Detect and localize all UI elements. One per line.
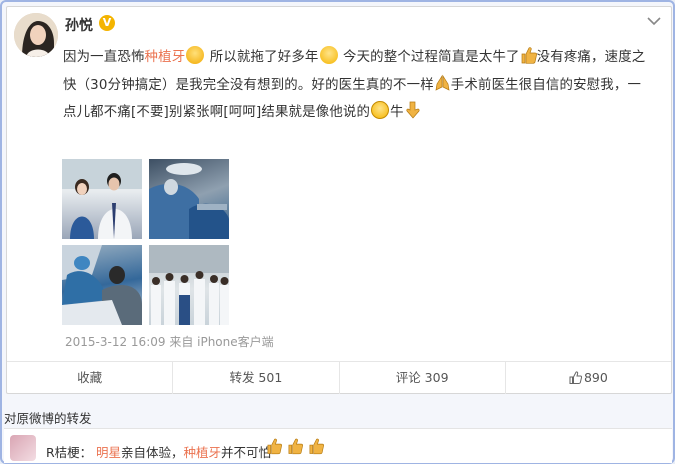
hashtag-link[interactable]: 种植牙 (145, 50, 186, 65)
laughing-emoji-icon (371, 101, 390, 119)
chevron-down-icon[interactable] (645, 13, 663, 29)
like-button[interactable]: 890 (504, 362, 671, 394)
post-text: 因为一直恐怖种植牙 所以就拖了好多年 今天的整个过程简直是太牛了 没有疼痛，速度之… (63, 44, 665, 127)
post-text-segment: 牛 (390, 105, 404, 120)
photo-thumbnail[interactable] (62, 159, 142, 239)
comment-text: 明星亲自体验，种植牙并不可怕 (96, 442, 271, 461)
pointing-down-icon (406, 101, 420, 119)
photo-thumbnail[interactable] (149, 159, 229, 239)
weibo-post-card: 孙悦 V 因为一直恐怖种植牙 所以就拖了好多年 今天的整个过程简直是太牛了 没有疼… (6, 6, 672, 394)
collect-button[interactable]: 收藏 (7, 362, 172, 394)
sad-emoji-icon (319, 46, 338, 64)
post-action-bar: 收藏 转发 501 评论 309 890 (7, 361, 671, 394)
thumbs-up-icon (267, 438, 282, 455)
post-text-segment: 因为一直恐怖 (63, 50, 145, 65)
comment-text-segment: 亲自体验， (121, 445, 184, 460)
commenter-avatar[interactable] (10, 435, 36, 461)
post-text-segment: 点儿都不痛[不要]别紧张啊[呵呵]结果就是像他说的 (63, 105, 371, 120)
post-timestamp[interactable]: 2015-3-12 16:09 来自 iPhone客户端 (65, 333, 274, 350)
post-text-segment: 手术前医生很自信的安慰我，一 (450, 77, 642, 93)
repost-comment-row: R桔梗： 明星亲自体验，种植牙并不可怕 (4, 428, 672, 463)
comment-button[interactable]: 评论 309 (338, 362, 505, 394)
window-frame: 孙悦 V 因为一直恐怖种植牙 所以就拖了好多年 今天的整个过程简直是太牛了 没有疼… (0, 0, 675, 464)
photo-thumbnail[interactable] (149, 245, 229, 325)
thumbs-up-icon (288, 438, 303, 455)
post-text-segment: 没有疼痛，速度之 (536, 50, 646, 65)
username[interactable]: 孙悦 (65, 15, 93, 35)
hashtag-link[interactable]: 明星 (96, 445, 121, 460)
thumbs-up-icon (521, 47, 537, 64)
post-text-segment: 所以就拖了好多年 (205, 50, 319, 65)
repost-button[interactable]: 转发 501 (172, 362, 338, 394)
comment-emoji-group (266, 437, 324, 455)
post-text-segment: 快（30分钟搞定）是我完全没有想到的。好的医生真的不一样 (63, 77, 434, 93)
thumbs-up-icon (309, 438, 324, 455)
photo-grid (59, 155, 229, 325)
like-count: 890 (583, 370, 608, 385)
photo-thumbnail[interactable] (62, 245, 142, 325)
hashtag-link[interactable]: 种植牙 (184, 445, 222, 460)
comment-text-segment: 并不可怕 (221, 445, 272, 460)
verified-badge: V (99, 15, 115, 31)
scared-emoji-icon (186, 46, 205, 64)
repost-section-title: 对原微博的转发 (4, 411, 92, 426)
like-icon (569, 371, 582, 384)
praying-hands-icon (435, 74, 450, 91)
commenter-name[interactable]: R桔梗： (46, 442, 92, 461)
avatar[interactable] (14, 13, 58, 57)
post-text-segment: 今天的整个过程简直是太牛了 (338, 50, 520, 65)
